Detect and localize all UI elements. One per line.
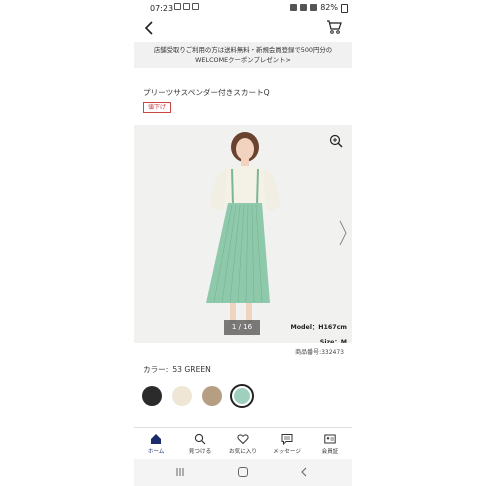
nav-home-label: ホーム: [147, 449, 165, 455]
product-title: プリーツサスペンダー付きスカートQ: [143, 88, 270, 97]
notification-icon: [192, 3, 199, 10]
app-header: [134, 17, 352, 40]
model-height: Model：H167cm: [290, 324, 347, 331]
price-down-tag: 値下げ: [143, 102, 172, 113]
nav-find[interactable]: 見つける: [178, 433, 222, 455]
product-image[interactable]: 1 / 16 Model：H167cm Size：M: [134, 125, 352, 343]
recent-apps-icon[interactable]: [174, 466, 186, 478]
battery-icon: [341, 4, 348, 13]
nav-find-label: 見つける: [188, 449, 212, 455]
status-right: 82%: [290, 3, 338, 12]
search-icon: [194, 433, 206, 445]
nav-home[interactable]: ホーム: [134, 433, 178, 455]
chevron-right-icon[interactable]: [338, 219, 348, 247]
gallery-icon: [174, 3, 181, 10]
heart-icon: [237, 434, 249, 445]
nav-member-card-label: 会員証: [321, 449, 339, 455]
wifi-icon: [300, 4, 308, 11]
phone-screen: 07:23 82% 店舗受取りご利用の方は送料無料・新規会員登録で500円分の …: [134, 0, 352, 486]
member-card-icon: [324, 434, 336, 444]
color-label: カラー:: [143, 365, 169, 374]
notification-icons: [174, 3, 199, 10]
status-time: 07:23: [150, 4, 174, 13]
banner-line-1: 店舗受取りご利用の方は送料無料・新規会員登録で500円分の: [153, 46, 333, 54]
model-photo: [206, 132, 280, 337]
promo-banner[interactable]: 店舗受取りご利用の方は送料無料・新規会員登録で500円分の WELCOMEクーポ…: [134, 42, 352, 68]
banner-line-2: WELCOMEクーポンプレゼント>: [195, 56, 291, 64]
nav-favorites-label: お気に入り: [229, 449, 257, 455]
battery-percent: 82%: [320, 3, 338, 12]
back-icon[interactable]: [143, 20, 157, 36]
cart-icon[interactable]: [326, 19, 342, 35]
nav-message-label: メッセージ: [273, 449, 301, 455]
signal-icon: [310, 4, 318, 11]
status-bar: 07:23 82%: [134, 0, 352, 17]
product-code: 商品番号:332473: [295, 349, 344, 356]
model-info: Model：H167cm Size：M: [290, 320, 347, 343]
image-page-indicator: 1 / 16: [224, 320, 260, 335]
color-swatch-ivory[interactable]: [172, 386, 192, 406]
nav-member-card[interactable]: 会員証: [308, 433, 352, 455]
back-button-icon[interactable]: [298, 466, 310, 478]
color-swatch-beige[interactable]: [202, 386, 222, 406]
color-label-row: カラー: 53 GREEN: [143, 364, 211, 375]
android-nav-bar: [134, 459, 352, 486]
selected-color: 53 GREEN: [172, 365, 211, 374]
mail-icon: [183, 3, 190, 10]
nav-favorites[interactable]: お気に入り: [221, 433, 265, 455]
color-swatch-black[interactable]: [142, 386, 162, 406]
color-swatch-green[interactable]: [230, 384, 254, 408]
zoom-icon[interactable]: [329, 134, 343, 148]
home-icon: [151, 434, 161, 444]
alarm-icon: [290, 4, 298, 11]
model-size: Size：M: [319, 339, 347, 343]
home-button-icon[interactable]: [237, 466, 249, 478]
color-swatch-green-fill: [234, 388, 250, 404]
nav-message[interactable]: メッセージ: [265, 433, 309, 455]
bottom-nav: ホーム 見つける お気に入り メッセージ 会員証: [134, 427, 352, 460]
message-icon: [281, 434, 293, 445]
